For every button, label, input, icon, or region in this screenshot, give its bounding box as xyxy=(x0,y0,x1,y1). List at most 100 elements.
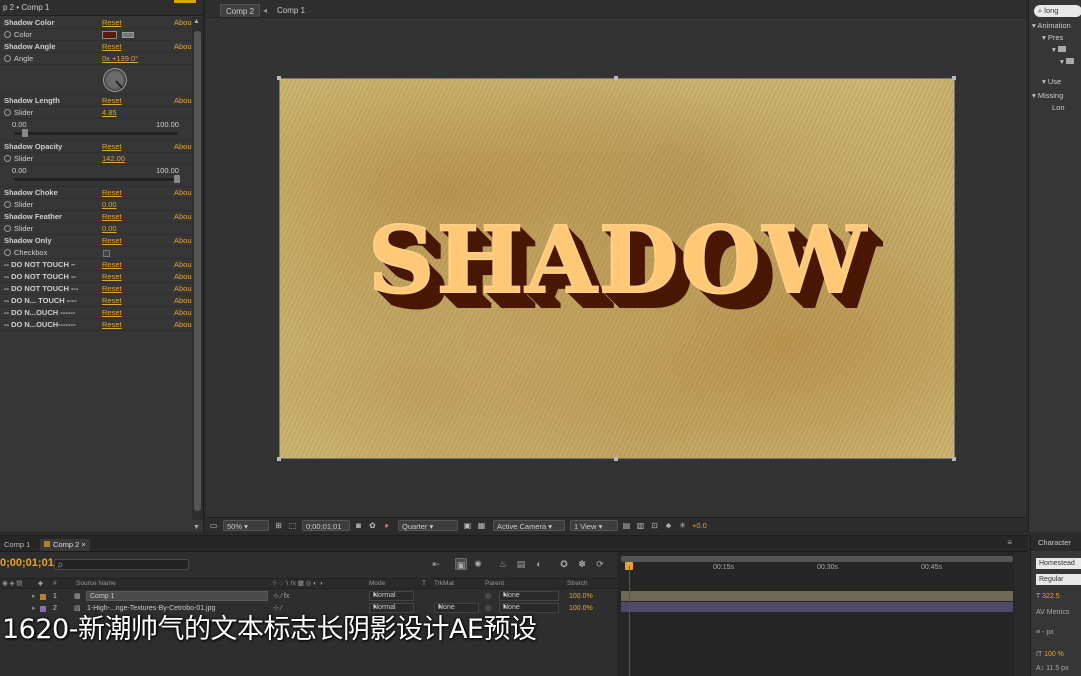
scroll-up-arrow-icon[interactable]: ▲ xyxy=(193,18,200,25)
frame-handle[interactable] xyxy=(952,457,956,461)
stopwatch-icon[interactable] xyxy=(4,109,11,116)
t-header[interactable]: T xyxy=(422,579,426,589)
scroll-down-arrow-icon[interactable]: ▼ xyxy=(193,524,200,531)
vertical-scale-field[interactable]: IT 100 % xyxy=(1036,651,1064,658)
frame-blending-icon[interactable]: ▤ xyxy=(515,558,527,570)
about-link[interactable]: Abou xyxy=(174,211,192,223)
reset-link[interactable]: Reset xyxy=(102,187,122,199)
work-area-bar[interactable] xyxy=(621,556,1013,562)
slider-knob[interactable] xyxy=(174,175,180,183)
layer-mode-select[interactable]: Normal ▾ xyxy=(369,591,414,601)
timeline-toggle-icon[interactable]: ⊡ xyxy=(650,521,659,530)
tree-item[interactable]: ▾ xyxy=(1032,56,1081,68)
about-link[interactable]: Abou xyxy=(174,17,192,29)
snapshot-icon[interactable]: ◙ xyxy=(354,521,363,530)
stopwatch-icon[interactable] xyxy=(4,249,11,256)
view-layout-select[interactable]: 1 View ▾ xyxy=(570,520,618,531)
slider-track[interactable] xyxy=(14,132,178,135)
font-family-select[interactable]: Homestead xyxy=(1036,558,1081,569)
region-icon[interactable]: ⬚ xyxy=(288,521,297,530)
layer-name[interactable]: Comp 1 xyxy=(86,591,268,601)
magnification-select[interactable]: 50% ▾ xyxy=(223,520,269,531)
hide-shy-icon[interactable]: ♨ xyxy=(497,558,509,570)
parent-header[interactable]: Parent xyxy=(485,579,504,589)
stretch-header[interactable]: Stretch xyxy=(567,579,588,589)
panel-menu-icon[interactable]: ≡ xyxy=(1007,538,1012,547)
grid-icon[interactable]: ⊞ xyxy=(274,521,283,530)
reset-link[interactable]: Reset xyxy=(102,235,122,247)
about-link[interactable]: Abou xyxy=(174,307,192,319)
layer-switches[interactable]: ⊹ ⁄ fx xyxy=(273,591,289,602)
viewer-tab-comp2[interactable]: Comp 2 xyxy=(220,4,261,17)
motion-blur-icon[interactable]: ◐ xyxy=(533,558,545,570)
effect-group-row[interactable]: Shadow Length Reset Abou xyxy=(0,95,192,107)
slider-knob[interactable] xyxy=(22,129,28,137)
close-icon[interactable]: × xyxy=(81,540,85,549)
roi-icon[interactable]: ▣ xyxy=(463,521,472,530)
reset-link[interactable]: Reset xyxy=(102,95,122,107)
about-link[interactable]: Abou xyxy=(174,141,192,153)
brainstorm-icon[interactable]: ✽ xyxy=(576,558,588,570)
frame-handle[interactable] xyxy=(277,76,281,80)
property-value[interactable]: 0x +139.0° xyxy=(102,53,138,65)
stopwatch-icon[interactable] xyxy=(4,155,11,162)
reset-link[interactable]: Reset xyxy=(102,307,122,319)
effect-group-row[interactable]: Shadow Angle Reset Abou xyxy=(0,41,192,53)
layer-stretch[interactable]: 100.0% xyxy=(569,591,593,602)
about-link[interactable]: Abou xyxy=(174,295,192,307)
camera-select[interactable]: Active Camera ▾ xyxy=(493,520,565,531)
font-style-select[interactable]: Regular xyxy=(1036,574,1081,585)
live-update-icon[interactable]: ▣ xyxy=(455,558,467,570)
tree-item[interactable]: ▾ Missing xyxy=(1032,90,1081,102)
effect-group-row[interactable]: -- DO N... TOUCH ---- Reset Abou xyxy=(0,295,192,307)
reset-link[interactable]: Reset xyxy=(102,295,122,307)
effect-group-row[interactable]: Shadow Only Reset Abou xyxy=(0,235,192,247)
pixel-aspect-icon[interactable]: ▤ xyxy=(622,521,631,530)
about-link[interactable]: Abou xyxy=(174,259,192,271)
effect-group-row[interactable]: -- DO N...OUCH ------ Reset Abou xyxy=(0,307,192,319)
composition-frame[interactable]: SHADOW xyxy=(279,78,955,459)
exposure-value[interactable]: +0.0 xyxy=(692,521,707,530)
reset-link[interactable]: Reset xyxy=(102,283,122,295)
baseline-field[interactable]: A↕ 11.5 px xyxy=(1036,665,1069,672)
effect-group-row[interactable]: Shadow Feather Reset Abou xyxy=(0,211,192,223)
exposure-reset-icon[interactable]: ✳ xyxy=(678,521,687,530)
eyedropper-icon[interactable] xyxy=(122,32,134,38)
viewer-tab-comp1[interactable]: Comp 1 xyxy=(272,4,310,17)
expand-arrow-icon[interactable]: ▸ xyxy=(32,591,36,602)
layer-bar-comp1[interactable] xyxy=(621,591,1013,601)
scrollbar-thumb[interactable] xyxy=(194,31,201,511)
viewer-canvas[interactable]: SHADOW xyxy=(206,19,1026,517)
about-link[interactable]: Abou xyxy=(174,235,192,247)
render-icon[interactable]: ⟳ xyxy=(594,558,606,570)
flowchart-icon[interactable]: ♣ xyxy=(664,521,673,530)
presets-search-input[interactable]: ⌕ long xyxy=(1034,5,1081,17)
effect-group-row[interactable]: -- DO NOT TOUCH --- Reset Abou xyxy=(0,283,192,295)
about-link[interactable]: Abou xyxy=(174,95,192,107)
stopwatch-icon[interactable] xyxy=(4,31,11,38)
property-value[interactable]: 142.00 xyxy=(102,153,125,165)
frame-handle[interactable] xyxy=(614,76,618,80)
angle-dial[interactable] xyxy=(103,68,127,92)
reset-link[interactable]: Reset xyxy=(102,17,122,29)
stopwatch-icon[interactable] xyxy=(4,225,11,232)
tree-item[interactable]: ▾ Pres xyxy=(1032,32,1081,44)
always-preview-icon[interactable]: ▭ xyxy=(209,521,218,530)
about-link[interactable]: Abou xyxy=(174,187,192,199)
reset-link[interactable]: Reset xyxy=(102,211,122,223)
timeline-tab-comp2[interactable]: Comp 2 × xyxy=(40,539,90,551)
stopwatch-icon[interactable] xyxy=(4,55,11,62)
reset-link[interactable]: Reset xyxy=(102,271,122,283)
slider-track[interactable] xyxy=(14,178,178,181)
layer-row[interactable]: ▸ 1 ▦ Comp 1 ⊹ ⁄ fx Normal ▾ ◎ None ▾ 10… xyxy=(0,591,617,602)
effect-group-row[interactable]: -- DO N...OUCH------- Reset Abou xyxy=(0,319,192,331)
frame-handle[interactable] xyxy=(614,457,618,461)
frame-handle[interactable] xyxy=(277,457,281,461)
timeline-tab-comp1[interactable]: Comp 1 xyxy=(0,539,34,551)
shadow-text-layer[interactable]: SHADOW xyxy=(280,79,954,458)
trkmat-header[interactable]: TrkMat xyxy=(434,579,454,589)
reset-link[interactable]: Reset xyxy=(102,259,122,271)
resolution-select[interactable]: Quarter ▾ xyxy=(398,520,458,531)
pickwhip-icon[interactable]: ◎ xyxy=(485,591,491,602)
transparency-grid-icon[interactable]: ▦ xyxy=(477,521,486,530)
